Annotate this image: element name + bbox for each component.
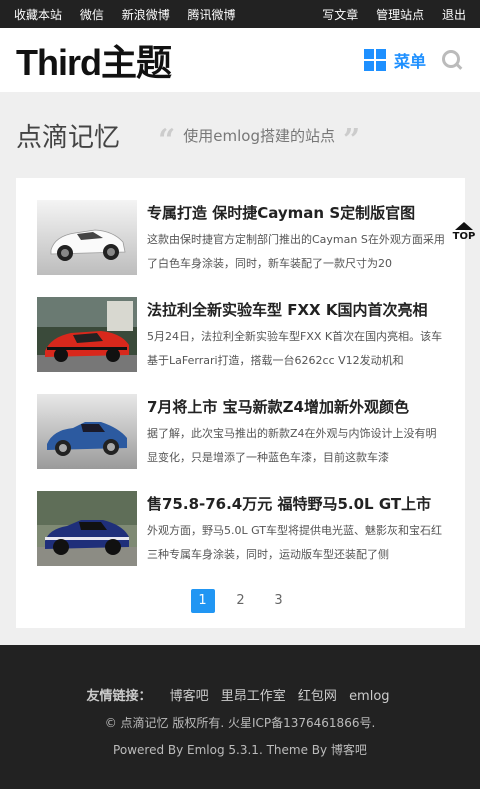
site-banner: 点滴记忆 “ 使用emlog搭建的站点 ”	[0, 92, 480, 178]
site-tagline: “ 使用emlog搭建的站点 ”	[150, 120, 368, 156]
back-to-top-label: TOP	[452, 231, 476, 242]
post-body: 售75.8-76.4万元 福特野马5.0L GT上市 外观方面，野马5.0L G…	[147, 491, 445, 588]
site-header: Third主题 菜单	[0, 28, 480, 92]
site-footer: 友情链接： 博客吧 里昂工作室 红包网 emlog © 点滴记忆 版权所有. 火…	[0, 645, 480, 789]
wechat-link[interactable]: 微信	[80, 8, 104, 22]
top-bar-left: 收藏本站 微信 新浪微博 腾讯微博	[14, 6, 250, 23]
page-2-button[interactable]: 2	[229, 589, 253, 613]
post-item: 7月将上市 宝马新款Z4增加新外观颜色 据了解，此次宝马推出的新款Z4在外观与内…	[37, 394, 445, 491]
open-quote-icon: “	[158, 123, 176, 158]
post-excerpt: 外观方面，野马5.0L GT车型将提供电光蓝、魅影灰和宝石红三种专属车身涂装，同…	[147, 524, 442, 561]
post-thumbnail[interactable]	[37, 491, 137, 566]
post-excerpt: 5月24日，法拉利全新实验车型FXX K首次在国内亮相。该车基于LaFerrar…	[147, 330, 443, 367]
search-icon[interactable]	[442, 50, 462, 70]
tencent-weibo-link[interactable]: 腾讯微博	[188, 8, 236, 22]
post-item: 专属打造 保时捷Cayman S定制版官图 这款由保时捷官方定制部门推出的Cay…	[37, 200, 445, 297]
admin-link[interactable]: 管理站点	[376, 8, 424, 22]
post-thumbnail[interactable]	[37, 297, 137, 372]
back-to-top-button[interactable]: TOP	[451, 222, 477, 242]
page-3-button[interactable]: 3	[267, 589, 291, 613]
header-actions: 菜单	[363, 48, 464, 72]
logout-link[interactable]: 退出	[442, 8, 466, 22]
site-logo[interactable]: Third主题	[16, 34, 172, 86]
friend-link[interactable]: 红包网	[298, 689, 337, 704]
write-post-link[interactable]: 写文章	[322, 8, 358, 22]
friend-links-label: 友情链接：	[86, 689, 152, 704]
top-bar-right: 写文章 管理站点 退出	[308, 6, 466, 23]
post-list: 专属打造 保时捷Cayman S定制版官图 这款由保时捷官方定制部门推出的Cay…	[16, 178, 465, 628]
tagline-text: 使用emlog搭建的站点	[183, 126, 335, 145]
friend-links: 友情链接： 博客吧 里昂工作室 红包网 emlog	[0, 685, 480, 704]
menu-button[interactable]: 菜单	[363, 48, 426, 72]
close-quote-icon: ”	[343, 123, 361, 158]
grid-menu-icon	[363, 49, 386, 71]
post-title[interactable]: 售75.8-76.4万元 福特野马5.0L GT上市	[147, 493, 445, 515]
post-thumbnail[interactable]	[37, 200, 137, 275]
post-title[interactable]: 专属打造 保时捷Cayman S定制版官图	[147, 202, 445, 224]
post-thumbnail[interactable]	[37, 394, 137, 469]
page-1-button[interactable]: 1	[190, 589, 215, 613]
menu-label: 菜单	[393, 52, 426, 71]
friend-link[interactable]: 里昂工作室	[221, 689, 286, 704]
post-title[interactable]: 7月将上市 宝马新款Z4增加新外观颜色	[147, 396, 445, 418]
post-body: 专属打造 保时捷Cayman S定制版官图 这款由保时捷官方定制部门推出的Cay…	[147, 200, 445, 297]
post-item: 法拉利全新实验车型 FXX K国内首次亮相 5月24日，法拉利全新实验车型FXX…	[37, 297, 445, 394]
friend-link[interactable]: emlog	[349, 689, 389, 704]
sina-weibo-link[interactable]: 新浪微博	[122, 8, 170, 22]
post-title[interactable]: 法拉利全新实验车型 FXX K国内首次亮相	[147, 299, 445, 321]
arrow-up-icon	[455, 222, 473, 230]
powered-by-text: Powered By Emlog 5.3.1. Theme By 博客吧	[113, 743, 367, 757]
copyright-text: © 点滴记忆 版权所有. 火星ICP备1376461866号.	[104, 716, 376, 730]
bookmark-link[interactable]: 收藏本站	[14, 8, 62, 22]
post-body: 法拉利全新实验车型 FXX K国内首次亮相 5月24日，法拉利全新实验车型FXX…	[147, 297, 445, 394]
post-excerpt: 这款由保时捷官方定制部门推出的Cayman S在外观方面采用了白色车身涂装，同时…	[147, 233, 445, 270]
friend-link[interactable]: 博客吧	[170, 689, 209, 704]
post-body: 7月将上市 宝马新款Z4增加新外观颜色 据了解，此次宝马推出的新款Z4在外观与内…	[147, 394, 445, 491]
top-bar: 收藏本站 微信 新浪微博 腾讯微博 写文章 管理站点 退出	[0, 0, 480, 28]
site-name: 点滴记忆	[16, 122, 121, 153]
post-item: 售75.8-76.4万元 福特野马5.0L GT上市 外观方面，野马5.0L G…	[37, 491, 445, 588]
pagination: 1 2 3	[16, 589, 465, 613]
post-excerpt: 据了解，此次宝马推出的新款Z4在外观与内饰设计上没有明显变化，只是增添了一种蓝色…	[147, 427, 437, 464]
